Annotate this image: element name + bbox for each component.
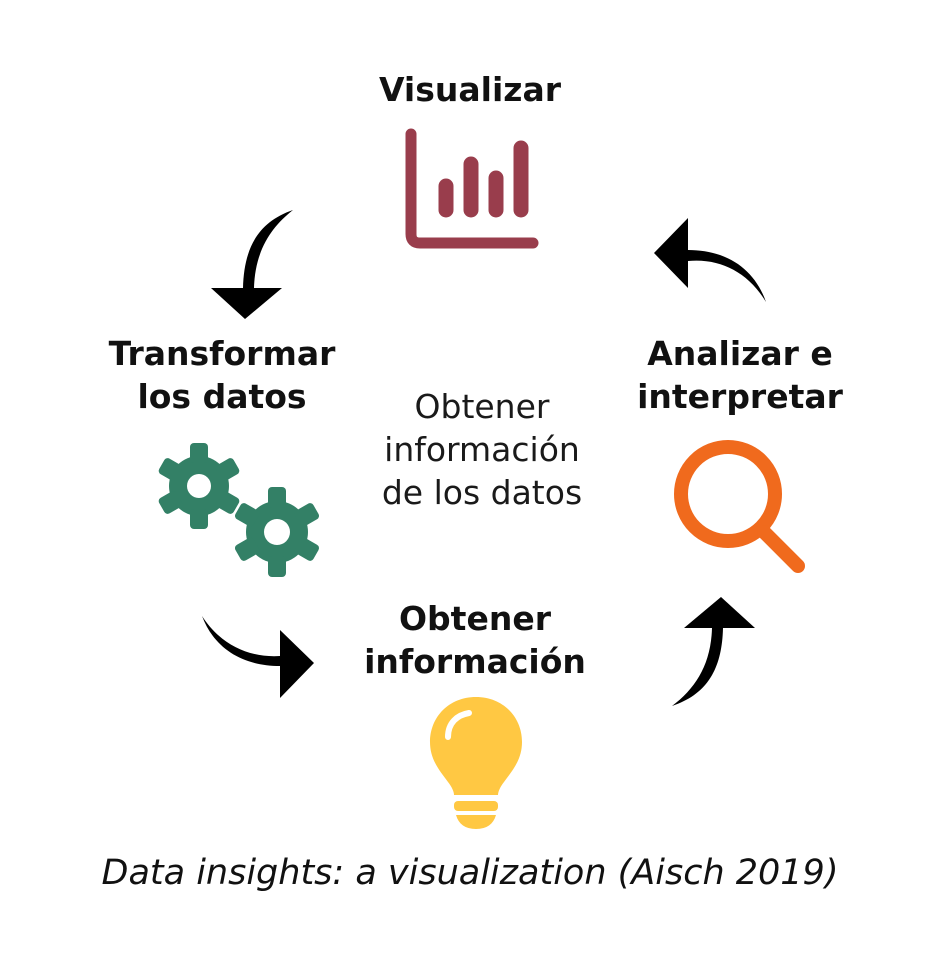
center-label-line2: información: [384, 430, 580, 469]
arrow-transform-to-obtain: [202, 616, 314, 698]
stage-label-transform-line1: Transformar: [108, 334, 336, 373]
bar-chart-icon: [405, 128, 539, 249]
stage-label-analyze-line2: interpretar: [637, 377, 843, 416]
arrow-obtain-to-analyze: [672, 597, 755, 706]
stage-label-transform-line2: los datos: [137, 377, 307, 416]
arrow-analyze-to-visualize: [654, 218, 766, 302]
stage-label-analyze-line1: Analizar e: [647, 334, 833, 373]
stage-label-visualize-text: Visualizar: [378, 70, 562, 109]
stage-label-transform: Transformar los datos: [92, 332, 352, 418]
gears-icon: [158, 443, 320, 577]
lightbulb-icon: [430, 697, 522, 829]
magnifier-icon: [674, 440, 805, 573]
center-label-line3: de los datos: [381, 473, 583, 512]
caption: Data insights: a visualization (Aisch 20…: [101, 853, 839, 893]
center-label-line1: Obtener: [414, 387, 550, 426]
stage-label-obtain-line1: Obtener: [399, 599, 551, 638]
center-label: Obtener información de los datos: [357, 385, 607, 514]
stage-label-analyze: Analizar e interpretar: [620, 332, 860, 418]
stage-label-obtain-line2: información: [364, 642, 586, 681]
arrow-visualize-to-transform: [211, 210, 293, 319]
stage-label-visualize: Visualizar: [370, 68, 570, 111]
stage-label-obtain: Obtener información: [345, 597, 605, 683]
